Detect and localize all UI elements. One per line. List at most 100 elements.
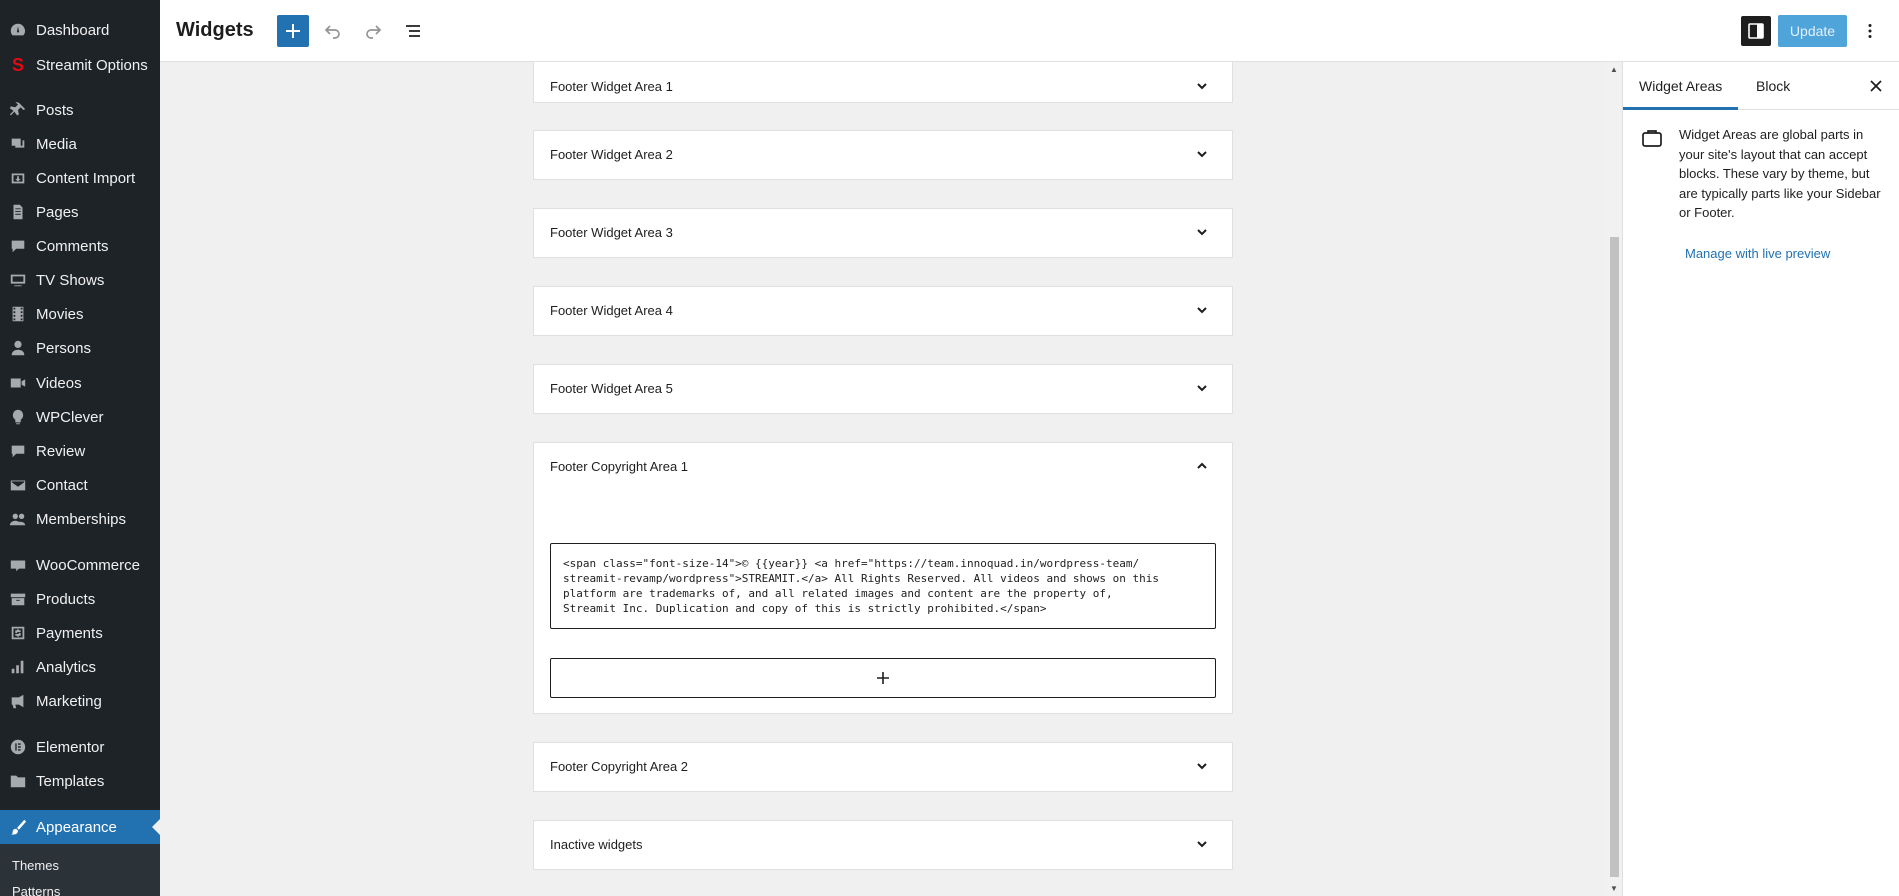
widget-area-title: Footer Widget Area 2 [550,147,673,162]
sidebar-item-posts[interactable]: Posts [0,93,160,127]
woo-icon [8,555,28,575]
sidebar-item-label: Movies [36,305,84,323]
widget-area-title: Footer Widget Area 5 [550,381,673,396]
scroll-up-arrow-icon[interactable]: ▲ [1609,65,1619,75]
sidebar-item-review[interactable]: Review [0,434,160,468]
chevron-down-icon[interactable] [1192,834,1212,854]
more-vertical-icon [1868,24,1872,38]
sidebar-item-label: Products [36,590,96,608]
sidebar-item-media[interactable]: Media [0,127,160,161]
archive-icon [8,589,28,609]
chevron-up-icon[interactable] [1192,456,1212,476]
sidebar-item-pages[interactable]: Pages [0,195,160,229]
sidebar-item-payments[interactable]: Payments [0,616,160,650]
sidebar-item-label: TV Shows [36,271,105,289]
widget-areas-description: Widget Areas are global parts in your si… [1679,127,1881,221]
sidebar-item-label: Elementor [36,738,105,756]
sidebar-item-analytics[interactable]: Analytics [0,650,160,684]
sidebar-item-label: Comments [36,237,109,255]
sidebar-item-label: WPClever [36,408,104,426]
sidebar-item-content-import[interactable]: Content Import [0,161,160,195]
add-block-button[interactable] [277,15,309,47]
page-title: Widgets [176,19,254,41]
add-block-appender[interactable] [550,658,1216,698]
widget-area-copyright-2[interactable]: Footer Copyright Area 2 [533,742,1233,792]
page-icon [8,202,28,222]
sidebar-item-label: Appearance [36,818,117,836]
widget-area-title: Footer Copyright Area 1 [550,459,689,474]
widget-area-footer-4[interactable]: Footer Widget Area 4 [533,286,1233,336]
sidebar-item-label: Payments [36,624,103,642]
media-icon [8,134,28,154]
redo-button[interactable] [357,15,389,47]
widget-area-title: Footer Copyright Area 2 [550,759,689,774]
group-icon [8,509,28,529]
update-button[interactable]: Update [1778,15,1847,47]
sidebar-item-label: Review [36,442,86,460]
sidebar-item-label: Persons [36,339,92,357]
megaphone-icon [8,691,28,711]
list-view-button[interactable] [397,15,429,47]
sidebar-item-streamit-options[interactable]: S Streamit Options [0,48,160,82]
manage-live-preview-link[interactable]: Manage with live preview [1685,246,1830,261]
sidebar-item-label: Videos [36,374,82,392]
plus-icon [286,24,300,38]
sidebar-item-appearance[interactable]: Appearance [0,810,160,844]
plus-icon [877,672,889,684]
sidebar-item-movies[interactable]: Movies [0,297,160,331]
undo-button[interactable] [317,15,349,47]
chevron-down-icon[interactable] [1192,378,1212,398]
sidebar-item-label: Contact [36,476,88,494]
list-view-icon [406,25,420,37]
tv-icon [8,270,28,290]
sidebar-item-label: WooCommerce [36,556,140,574]
close-sidebar-button[interactable] [1866,76,1886,96]
widget-area-footer-1[interactable]: Footer Widget Area 1 [533,62,1233,103]
sidebar-item-templates[interactable]: Templates [0,764,160,798]
sidebar-item-comments[interactable]: Comments [0,229,160,263]
admin-sidebar: Dashboard S Streamit Options Posts Media… [0,0,160,896]
sidebar-item-woocommerce[interactable]: WooCommerce [0,548,160,582]
sidebar-item-products[interactable]: Products [0,582,160,616]
chevron-down-icon[interactable] [1192,144,1212,164]
sidebar-item-label: Streamit Options [36,56,148,74]
scroll-down-arrow-icon[interactable]: ▼ [1609,884,1619,894]
sidebar-toggle-icon [1748,23,1764,39]
submenu-item-patterns[interactable]: Patterns [12,884,60,896]
widget-area-footer-2[interactable]: Footer Widget Area 2 [533,130,1233,180]
widget-area-inactive[interactable]: Inactive widgets [533,820,1233,870]
widget-area-title: Footer Widget Area 3 [550,225,673,240]
canvas-scrollbar[interactable]: ▲ ▼ [1606,62,1622,896]
widgets-canvas: Footer Widget Area 1 Footer Widget Area … [160,62,1606,896]
widget-area-footer-5[interactable]: Footer Widget Area 5 [533,364,1233,414]
sidebar-item-wpclever[interactable]: WPClever [0,400,160,434]
sidebar-item-videos[interactable]: Videos [0,366,160,400]
widget-area-footer-3[interactable]: Footer Widget Area 3 [533,208,1233,258]
mail-icon [8,475,28,495]
custom-html-block[interactable]: <span class="font-size-14">© {{year}} <a… [550,543,1216,629]
chevron-down-icon[interactable] [1192,76,1212,96]
sidebar-item-persons[interactable]: Persons [0,331,160,365]
scroll-thumb[interactable] [1610,237,1619,877]
sidebar-item-dashboard[interactable]: Dashboard [0,13,160,47]
chevron-down-icon[interactable] [1192,300,1212,320]
tab-widget-areas[interactable]: Widget Areas [1623,62,1738,110]
submenu-item-themes[interactable]: Themes [12,858,59,873]
sidebar-item-memberships[interactable]: Memberships [0,502,160,536]
sidebar-item-marketing[interactable]: Marketing [0,684,160,718]
sidebar-item-elementor[interactable]: Elementor [0,730,160,764]
sidebar-item-label: Marketing [36,692,102,710]
more-options-button[interactable] [1854,15,1886,47]
dashboard-icon [8,20,28,40]
settings-toggle-button[interactable] [1741,16,1771,46]
chevron-down-icon[interactable] [1192,222,1212,242]
close-icon [1870,80,1882,92]
sidebar-item-contact[interactable]: Contact [0,468,160,502]
sidebar-item-tv-shows[interactable]: TV Shows [0,263,160,297]
sidebar-tabs: Widget Areas Block [1623,62,1899,110]
widget-area-copyright-1[interactable]: Footer Copyright Area 1 <span class="fon… [533,442,1233,714]
tab-block[interactable]: Block [1740,62,1806,110]
comment-icon [8,441,28,461]
elementor-icon [8,737,28,757]
chevron-down-icon[interactable] [1192,756,1212,776]
